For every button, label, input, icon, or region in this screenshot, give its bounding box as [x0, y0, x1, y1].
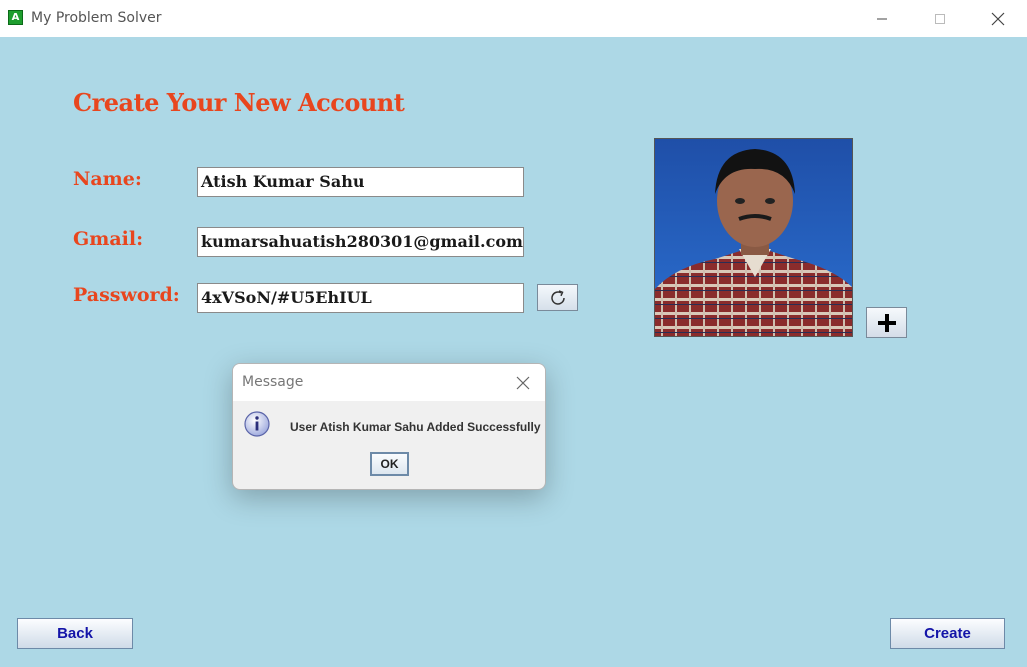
- close-icon: [516, 376, 530, 390]
- close-icon: [991, 12, 1005, 25]
- window-title: My Problem Solver: [31, 10, 162, 26]
- maximize-button[interactable]: [917, 0, 963, 37]
- ok-button[interactable]: OK: [370, 452, 409, 476]
- profile-photo: [654, 138, 853, 337]
- gmail-field[interactable]: kumarsahuatish280301@gmail.com: [197, 227, 524, 257]
- minimize-icon: [877, 18, 887, 19]
- page-title: Create Your New Account: [73, 88, 405, 117]
- app-icon: A: [8, 10, 23, 25]
- back-button[interactable]: Back: [17, 618, 133, 649]
- plus-icon: [877, 313, 896, 332]
- dialog-title-bar: Message: [233, 364, 545, 401]
- name-label: Name:: [73, 168, 142, 190]
- close-button[interactable]: [975, 0, 1021, 37]
- refresh-icon: [550, 289, 565, 305]
- name-field[interactable]: Atish Kumar Sahu: [197, 167, 524, 197]
- dialog-title: Message: [242, 374, 304, 390]
- maximize-icon: [935, 13, 945, 24]
- dialog-message: User Atish Kumar Sahu Added Successfully: [290, 420, 541, 434]
- add-photo-button[interactable]: [866, 307, 907, 338]
- password-label: Password:: [73, 284, 180, 306]
- info-icon: [243, 410, 271, 438]
- gmail-label: Gmail:: [73, 228, 144, 250]
- create-button[interactable]: Create: [890, 618, 1005, 649]
- message-dialog: Message User Atish Kumar Sahu Added Succ…: [232, 363, 546, 490]
- regenerate-password-button[interactable]: [537, 284, 578, 311]
- password-field[interactable]: 4xVSoN/#U5EhIUL: [197, 283, 524, 313]
- title-bar: A My Problem Solver: [0, 0, 1027, 37]
- minimize-button[interactable]: [859, 0, 905, 37]
- dialog-close-button[interactable]: [513, 373, 533, 393]
